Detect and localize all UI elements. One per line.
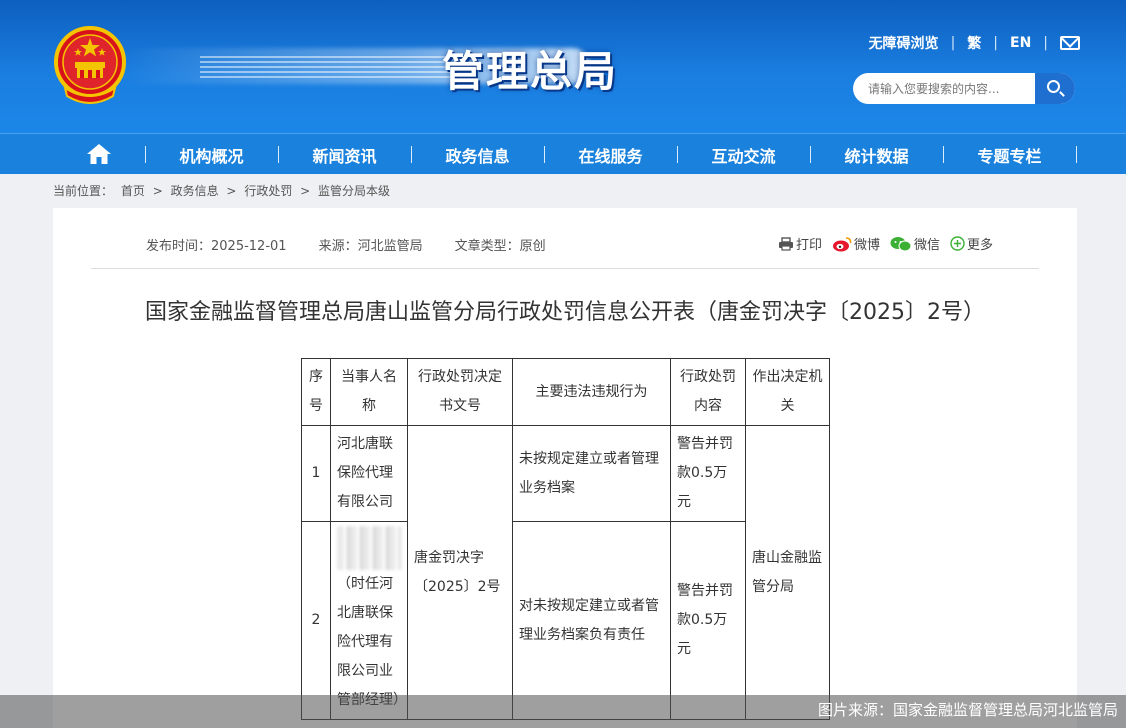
breadcrumb-separator: > [226, 184, 237, 198]
print-label: 打印 [795, 238, 822, 253]
national-emblem-icon[interactable] [53, 26, 127, 104]
nav-item-interaction[interactable]: 互动交流 [677, 143, 810, 167]
nav-divider [1076, 146, 1077, 163]
header-decision-no: 行政处罚决定书文号 [407, 358, 513, 426]
cell-party-redacted: （时任河北唐联保险代理有限公司业管部经理） [330, 521, 408, 720]
breadcrumb-current[interactable]: 监管分局本级 [318, 184, 390, 198]
search-box [853, 73, 1075, 104]
main-nav: 机构概况 新闻资讯 政务信息 在线服务 互动交流 统计数据 专题专栏 [0, 133, 1126, 174]
home-icon[interactable] [86, 142, 112, 166]
search-button[interactable] [1035, 73, 1075, 104]
more-label: 更多 [966, 238, 993, 253]
breadcrumb-administrative-penalty[interactable]: 行政处罚 [244, 184, 292, 198]
nav-item-news[interactable]: 新闻资讯 [278, 143, 411, 167]
weibo-share-button[interactable]: 微博 [832, 234, 880, 253]
image-caption-bar: 图片来源：国家金融监督管理总局河北监管局 [0, 695, 1126, 728]
share-bar: 打印 微博 微信 更多 [768, 234, 993, 253]
article-type: 文章类型：原创 [454, 239, 546, 254]
print-button[interactable]: 打印 [778, 234, 822, 253]
header-penalty: 行政处罚内容 [670, 358, 746, 426]
cell-serial: 1 [301, 425, 331, 522]
nav-item-statistics[interactable]: 统计数据 [810, 143, 943, 167]
cell-violation: 对未按规定建立或者管理业务档案负有责任 [512, 521, 671, 720]
breadcrumb-label: 当前位置： [53, 184, 114, 198]
cell-violation: 未按规定建立或者管理业务档案 [512, 425, 671, 522]
printer-icon [778, 236, 793, 251]
link-separator: | [1043, 35, 1048, 51]
publish-time: 发布时间：2025-12-01 [146, 239, 287, 254]
nav-item-government-info[interactable]: 政务信息 [411, 143, 544, 167]
top-links: 无障碍浏览 | 繁 | EN | [869, 33, 1080, 53]
wechat-icon [890, 236, 912, 251]
penalty-table: 序号 当事人名称 行政处罚决定书文号 主要违法违规行为 行政处罚内容 作出决定机… [301, 358, 830, 720]
nav-item-special-topics[interactable]: 专题专栏 [943, 143, 1076, 167]
search-icon [1047, 80, 1060, 93]
cell-party: 河北唐联保险代理有限公司 [330, 425, 408, 522]
nav-item-about[interactable]: 机构概况 [145, 143, 278, 167]
breadcrumb-separator: > [152, 184, 163, 198]
cell-penalty: 警告并罚款0.5万元 [670, 425, 746, 522]
nav-item-online-services[interactable]: 在线服务 [544, 143, 677, 167]
cell-serial: 2 [301, 521, 331, 720]
link-separator: | [950, 35, 956, 51]
breadcrumb-home[interactable]: 首页 [121, 184, 145, 198]
cell-authority: 唐山金融监管分局 [745, 425, 830, 720]
site-title: 管理总局 [442, 47, 619, 96]
wechat-label: 微信 [913, 238, 940, 253]
article-title: 国家金融监督管理总局唐山监管分局行政处罚信息公开表（唐金罚决字〔2025〕2号） [145, 300, 985, 325]
wechat-share-button[interactable]: 微信 [890, 234, 940, 253]
breadcrumb-separator: > [300, 184, 311, 198]
breadcrumb: 当前位置： 首页 > 政务信息 > 行政处罚 > 监管分局本级 [53, 182, 394, 199]
article-card: 发布时间：2025-12-01 来源：河北监管局 文章类型：原创 打印 微博 微… [53, 208, 1077, 728]
traditional-chinese-link[interactable]: 繁 [967, 33, 981, 53]
more-share-button[interactable]: 更多 [950, 234, 993, 253]
search-input[interactable] [853, 73, 1035, 104]
english-link[interactable]: EN [1010, 35, 1031, 51]
breadcrumb-government-info[interactable]: 政务信息 [171, 184, 219, 198]
article-meta: 发布时间：2025-12-01 来源：河北监管局 文章类型：原创 [146, 235, 578, 254]
article-source: 来源：河北监管局 [318, 239, 423, 254]
header-party: 当事人名称 [330, 358, 408, 426]
meta-divider [91, 268, 1039, 269]
accessibility-link[interactable]: 无障碍浏览 [869, 33, 939, 53]
weibo-icon [832, 236, 852, 251]
link-separator: | [993, 35, 998, 51]
cell-decision-no: 唐金罚决字〔2025〕2号 [407, 425, 513, 720]
image-caption: 图片来源：国家金融监督管理总局河北监管局 [817, 701, 1118, 719]
weibo-label: 微博 [853, 238, 880, 253]
nav-items: 机构概况 新闻资讯 政务信息 在线服务 互动交流 统计数据 专题专栏 [145, 134, 1077, 175]
mail-icon[interactable] [1060, 36, 1080, 50]
header-authority: 作出决定机关 [745, 358, 830, 426]
site-header: 管理总局 无障碍浏览 | 繁 | EN | [0, 0, 1126, 133]
header-violation: 主要违法违规行为 [512, 358, 671, 426]
plus-circle-icon [950, 236, 965, 251]
cell-party: （时任河北唐联保险代理有限公司业管部经理） [337, 576, 407, 708]
header-serial: 序号 [301, 358, 331, 426]
header-decoration-stripes [200, 56, 450, 78]
cell-penalty: 警告并罚款0.5万元 [670, 521, 746, 720]
table-header-row: 序号 当事人名称 行政处罚决定书文号 主要违法违规行为 行政处罚内容 作出决定机… [301, 358, 830, 426]
table-row: 1 河北唐联保险代理有限公司 唐金罚决字〔2025〕2号 未按规定建立或者管理业… [301, 425, 830, 720]
redacted-name [337, 526, 401, 570]
